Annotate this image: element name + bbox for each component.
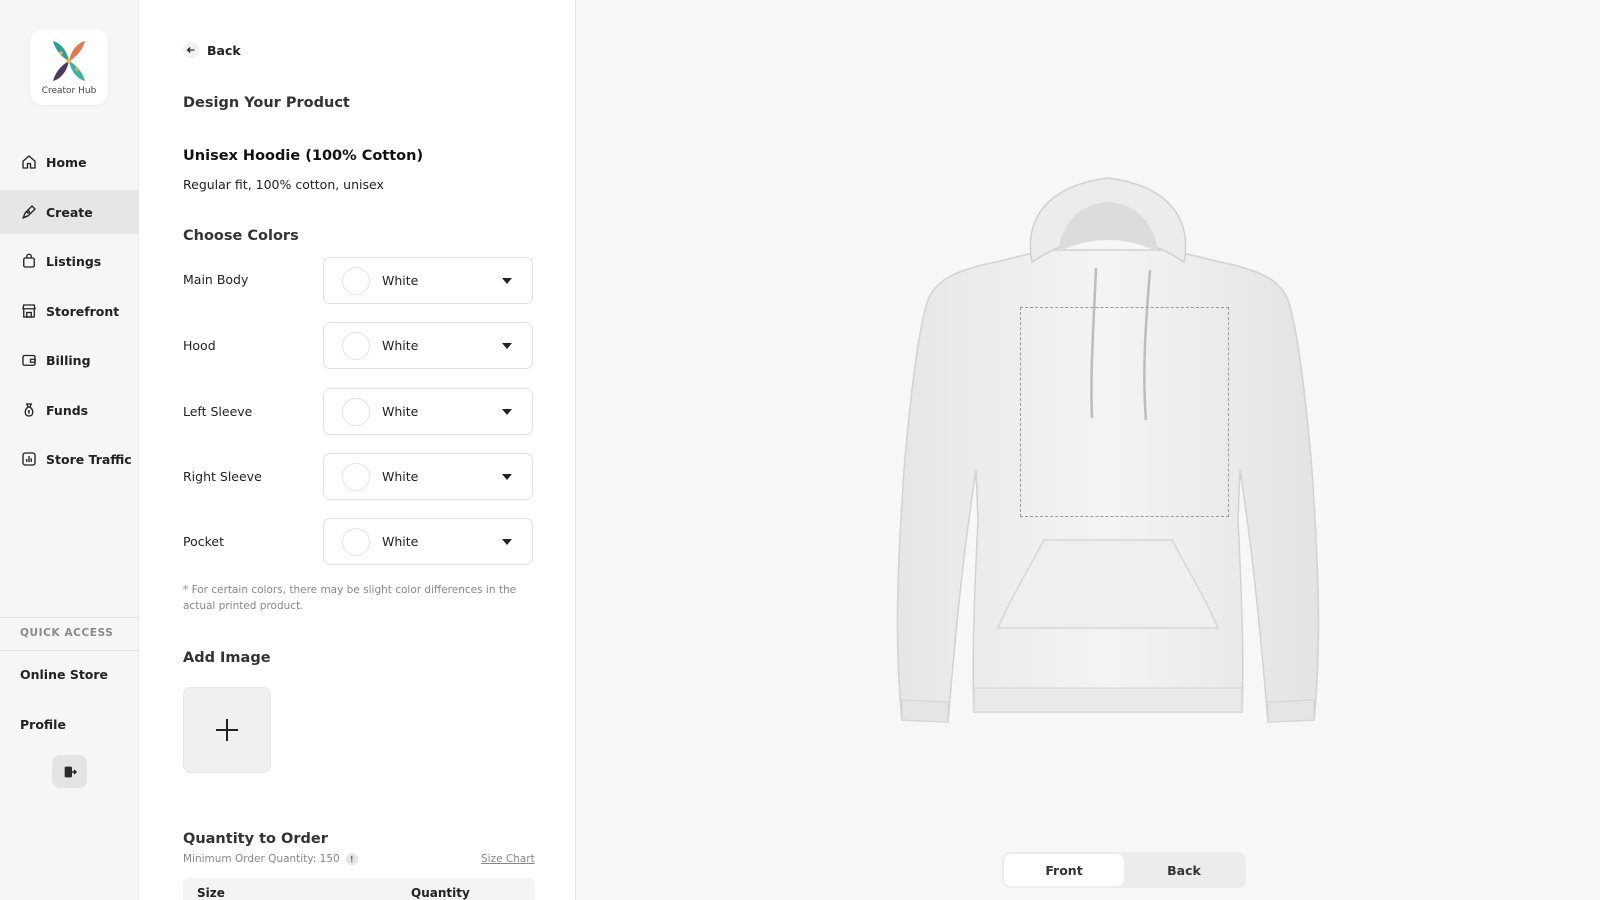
chevron-down-icon [502, 538, 512, 545]
color-swatch [342, 527, 370, 556]
color-select-left-sleeve[interactable]: White [323, 388, 533, 435]
sidebar-item-funds[interactable]: Funds [0, 388, 139, 432]
sidebar-item-label: Home [46, 154, 87, 170]
color-label-right-sleeve: Right Sleeve [183, 469, 262, 484]
color-label-left-sleeve: Left Sleeve [183, 404, 253, 419]
quick-access-title: QUICK ACCESS [20, 627, 114, 639]
pen-tool-icon [22, 205, 36, 219]
color-select-hood[interactable]: White [323, 322, 533, 369]
design-panel: Back Design Your Product Unisex Hoodie (… [139, 0, 576, 900]
quick-access-profile[interactable]: Profile [20, 717, 66, 732]
arrow-left-icon [183, 42, 199, 58]
color-select-value: White [382, 534, 419, 549]
sidebar-item-storefront[interactable]: Storefront [0, 289, 139, 333]
chevron-down-icon [502, 277, 512, 284]
add-image-title: Add Image [183, 650, 271, 666]
color-disclaimer: * For certain colors, there may be sligh… [183, 584, 517, 612]
product-name: Unisex Hoodie (100% Cotton) [183, 148, 424, 164]
tab-back[interactable]: Back [1124, 854, 1244, 886]
brand-logo[interactable]: Creator Hub [30, 29, 108, 105]
sidebar-item-create[interactable]: Create [0, 190, 139, 234]
size-chart-link[interactable]: Size Chart [481, 853, 535, 865]
color-swatch [342, 462, 370, 491]
color-select-value: White [382, 338, 419, 353]
print-area[interactable] [1020, 307, 1229, 517]
sidebar-item-label: Listings [46, 253, 102, 269]
sidebar-item-listings[interactable]: Listings [0, 239, 139, 283]
color-select-value: White [382, 469, 419, 484]
sidebar-item-label: Funds [46, 402, 89, 418]
bar-chart-icon [22, 452, 36, 466]
back-label: Back [207, 42, 241, 58]
sidebar: Creator Hub Home Create Listings Storefr… [0, 0, 139, 900]
choose-colors-title: Choose Colors [183, 228, 299, 244]
storefront-icon [22, 304, 36, 318]
column-header-quantity: Quantity [411, 886, 470, 900]
color-swatch [342, 331, 370, 360]
chevron-down-icon [502, 408, 512, 415]
back-button[interactable]: Back [183, 42, 241, 58]
column-header-size: Size [197, 886, 225, 900]
view-toggle: Front Back [1002, 852, 1246, 888]
color-select-right-sleeve[interactable]: White [323, 453, 533, 500]
plus-icon [216, 719, 238, 741]
chevron-down-icon [502, 342, 512, 349]
quick-access-online-store[interactable]: Online Store [20, 667, 108, 682]
money-bag-icon [24, 403, 34, 417]
quantity-title: Quantity to Order [183, 831, 328, 847]
color-label-hood: Hood [183, 338, 216, 353]
logout-button[interactable] [52, 755, 87, 788]
quantity-table-header: Size Quantity [183, 878, 535, 900]
shopping-bag-icon [23, 253, 35, 268]
sidebar-item-store-traffic[interactable]: Store Traffic [0, 437, 139, 481]
minimum-quantity: Minimum Order Quantity: 150 ! [183, 853, 358, 865]
divider [0, 617, 139, 618]
product-description: Regular fit, 100% cotton, unisex [183, 177, 384, 192]
color-select-main-body[interactable]: White [323, 257, 533, 304]
logout-icon [64, 766, 77, 777]
color-select-value: White [382, 273, 419, 288]
color-select-value: White [382, 404, 419, 419]
add-image-button[interactable] [183, 687, 271, 773]
sidebar-item-label: Create [46, 204, 93, 220]
info-icon[interactable]: ! [345, 853, 358, 865]
brand-name: Creator Hub [41, 86, 97, 96]
color-swatch [342, 266, 370, 295]
wallet-icon [22, 354, 36, 366]
sidebar-item-label: Store Traffic [46, 451, 132, 467]
color-select-pocket[interactable]: White [323, 518, 533, 565]
color-label-pocket: Pocket [183, 534, 224, 549]
sidebar-item-billing[interactable]: Billing [0, 338, 139, 382]
sidebar-item-label: Billing [46, 352, 91, 368]
color-swatch [342, 397, 370, 426]
minimum-quantity-label: Minimum Order Quantity: 150 [183, 853, 340, 865]
color-label-main-body: Main Body [183, 272, 249, 287]
product-preview: Front Back [576, 0, 1600, 900]
sidebar-item-home[interactable]: Home [0, 140, 139, 184]
flower-logo-icon [53, 41, 85, 81]
divider [0, 650, 139, 651]
sidebar-item-label: Storefront [46, 303, 120, 319]
tab-front[interactable]: Front [1004, 854, 1124, 886]
page-title: Design Your Product [183, 95, 350, 111]
home-icon [22, 155, 36, 169]
chevron-down-icon [502, 473, 512, 480]
